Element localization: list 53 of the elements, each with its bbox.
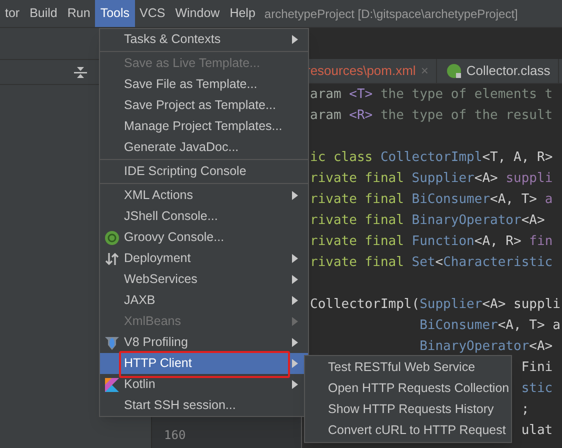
line-number: 160 [164,427,187,444]
menu-item[interactable]: Manage Project Templates... [100,116,308,137]
code-line: aram <R> the type of the result [310,108,553,123]
editor-tab[interactable]: Collector.class [447,59,560,83]
collapse-all-icon[interactable] [74,66,87,78]
code-line: rivate final BiConsumer<A, T> a [310,192,553,207]
menu-item[interactable]: Deployment [100,248,308,269]
code-line: BiConsumer<A, T> a [420,318,560,333]
menu-item[interactable]: Start SSH session... [100,395,308,416]
menu-bar-item[interactable]: Run [62,0,96,27]
kotlin-icon [105,378,119,392]
code-line: ulat [521,423,553,438]
menu-item[interactable]: V8 Profiling [100,332,308,353]
code-line: aram <T> the type of elements t [310,87,553,102]
menu-bar-item[interactable]: tor [0,0,25,27]
menu-bar-item[interactable]: Window [170,0,225,27]
up-down-arrows-icon [105,252,119,266]
menu-bar-item[interactable]: VCS [134,0,170,27]
menu-item[interactable]: Save File as Template... [100,74,308,95]
menu-item[interactable]: JShell Console... [100,206,308,227]
tab-label: resources\pom.xml [306,62,416,80]
window-title: archetypeProject [D:\gitspace\archetypeProject] [264,6,518,22]
menu-item[interactable]: IDE Scripting Console [100,161,308,182]
code-line: CollectorImpl(Supplier<A> suppli [310,297,560,312]
menu-item[interactable]: Show HTTP Requests History [305,399,511,420]
menu-item[interactable]: XML Actions [100,185,308,206]
menu-bar-item[interactable]: Build [24,0,62,27]
code-line: stic [521,381,553,396]
code-line: ic class CollectorImpl<T, A, R> [310,150,553,165]
menu-bar-item[interactable]: Help [224,0,260,27]
menu-item[interactable]: JAXB [100,290,308,311]
menu-item[interactable]: Tasks & Contexts [100,29,308,50]
menu-bar-item[interactable]: Tools [95,0,135,27]
menu-item[interactable]: WebServices [100,269,308,290]
menu-item[interactable]: Generate JavaDoc... [100,137,308,158]
tab-label: Collector.class [466,62,550,80]
code-line: Fini [521,360,553,375]
code-line: rivate final Function<A, R> fin [310,234,553,249]
menu-item[interactable]: Groovy Console... [100,227,308,248]
menu-item[interactable]: Save Project as Template... [100,95,308,116]
shield-icon [104,334,120,350]
code-line: BinaryOperator<A> [420,339,553,354]
code-line: rivate final Set<Characteristic [310,255,553,270]
class-icon [447,64,462,78]
menu-item[interactable]: Convert cURL to HTTP Request [305,420,511,441]
code-line: rivate final BinaryOperator<A> [310,213,545,228]
menu-item[interactable]: Open HTTP Requests Collection [305,378,511,399]
code-line: rivate final Supplier<A> suppli [310,171,553,186]
groovy-icon [105,230,119,244]
menu-item[interactable]: Test RESTful Web Service [305,357,511,378]
menu-item[interactable]: HTTP Client [100,353,308,374]
code-line: ; [521,402,530,417]
menu-item[interactable]: Kotlin [100,374,308,395]
